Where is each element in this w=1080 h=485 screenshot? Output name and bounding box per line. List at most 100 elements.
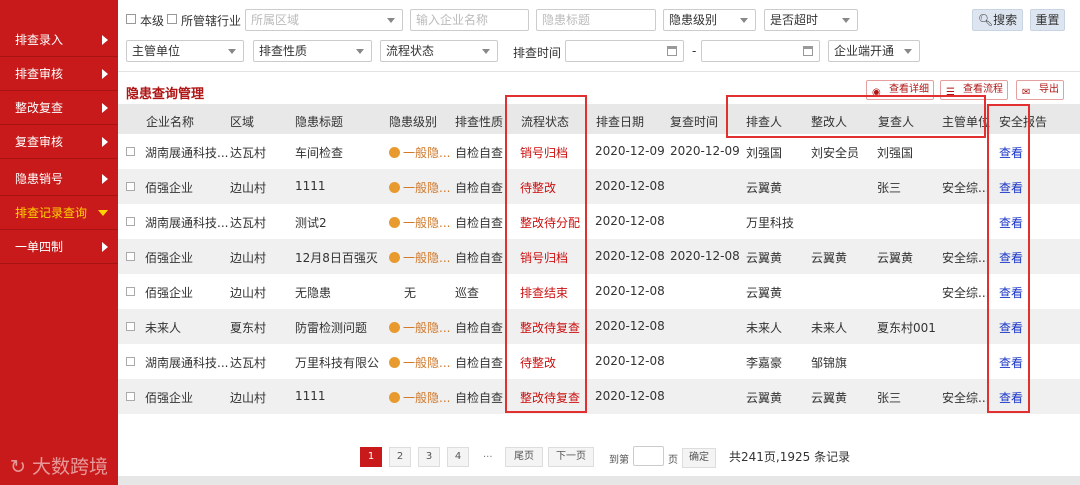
company-cell: 湖南展通科技...	[145, 354, 228, 371]
hazard-level-select[interactable]: 隐患级别	[663, 9, 756, 31]
check-nature-cell-text: 自检自查	[455, 391, 504, 405]
page-button-2[interactable]: 2	[389, 447, 411, 467]
column-header[interactable]: 隐患级别	[389, 113, 437, 130]
region-select[interactable]: 所属区域	[245, 9, 403, 31]
next-page-button[interactable]: 下一页	[548, 447, 594, 467]
row-checkbox[interactable]	[126, 357, 135, 366]
column-header[interactable]: 排查日期	[596, 113, 644, 130]
annotation-box-people	[726, 95, 986, 138]
chevron-down-icon	[740, 18, 748, 23]
company-name-input[interactable]: 输入企业名称	[410, 9, 529, 31]
check-date-cell-text: 2020-12-09	[595, 144, 665, 158]
table-row[interactable]: 湖南展通科技...达瓦村万里科技有限公...一般隐...自检自查待整改2020-…	[118, 344, 1080, 379]
sidebar-item-rectify-recheck[interactable]: 整改复查	[0, 91, 118, 125]
sidebar-item-label: 整改复查	[15, 101, 64, 115]
chevron-down-icon	[482, 49, 490, 54]
sidebar-item-hazard-close[interactable]: 隐患销号	[0, 162, 118, 196]
managed-industry-checkbox[interactable]	[167, 14, 177, 24]
table-row[interactable]: 佰强企业 边山村 1111 一般隐... 自检自查 待整改 2020-12-08 云翼黄 张三安…	[118, 169, 1080, 204]
table-row[interactable]: 未来人 夏东村 防雷检测问题 一般隐... 自检自查 整改待复查 2020-12-08 未来人…	[118, 309, 1080, 344]
sidebar-item-check-review[interactable]: 排查审核	[0, 57, 118, 91]
sidebar-item-recheck-review[interactable]: 复查审核	[0, 125, 118, 159]
row-checkbox[interactable]	[126, 287, 135, 296]
search-button[interactable]: 🔍︎搜索	[972, 9, 1023, 31]
hazard-level-cell-text: 一般隐...	[403, 391, 451, 405]
flow-status-select[interactable]: 流程状态	[380, 40, 498, 62]
column-header[interactable]: 企业名称	[146, 113, 194, 130]
company-cell: 未来人	[145, 319, 181, 336]
row-checkbox[interactable]	[126, 182, 135, 191]
table-row[interactable]: 佰强企业 边山村 无隐患无巡查 排查结束 2020-12-08 云翼黄 安全综... 查看	[118, 274, 1080, 309]
level-dot-icon	[389, 182, 400, 193]
level-dot-icon	[389, 252, 400, 263]
column-header[interactable]: 区域	[230, 113, 254, 130]
check-nature-select[interactable]: 排查性质	[253, 40, 372, 62]
hazard-title-cell: 防雷检测问题	[295, 319, 379, 336]
row-checkbox[interactable]	[126, 322, 135, 331]
table-row[interactable]: 佰强企业 边山村 1111 一般隐... 自检自查 整改待复查 2020-12-08 云翼黄云…	[118, 379, 1080, 414]
region-cell-text: 达瓦村	[230, 216, 267, 230]
reset-button[interactable]: 重置	[1030, 9, 1065, 31]
review-time-cell-text: 2020-12-09	[670, 144, 740, 158]
rectifier-cell: 云翼黄	[811, 249, 847, 266]
page-number: 4	[454, 451, 462, 462]
hazard-level-cell: 一般隐...	[389, 214, 450, 231]
page-button-4[interactable]: 4	[447, 447, 469, 467]
search-button-label: 搜索	[993, 13, 1018, 27]
row-checkbox[interactable]	[126, 392, 135, 401]
company-cell: 佰强企业	[145, 389, 193, 406]
page-button-3[interactable]: 3	[418, 447, 440, 467]
row-checkbox[interactable]	[126, 217, 135, 226]
table-row[interactable]: 佰强企业边山村12月8日百强灭...一般隐...自检自查销号归档2020-12-…	[118, 239, 1080, 274]
column-header[interactable]: 复查时间	[670, 113, 718, 130]
company-cell-text: 佰强企业	[145, 391, 194, 405]
enterprise-app-select[interactable]: 企业端开通	[828, 40, 920, 62]
checker-cell: 云翼黄	[746, 249, 782, 266]
overtime-select[interactable]: 是否超时	[764, 9, 858, 31]
view-detail-label: 查看详细	[889, 84, 929, 95]
annotation-box-report	[987, 104, 1030, 413]
row-checkbox[interactable]	[126, 147, 135, 156]
export-label: 导出	[1039, 84, 1059, 95]
hazard-level-cell-text: 一般隐...	[403, 251, 451, 265]
sidebar-item-check-entry[interactable]: 排查录入	[0, 23, 118, 57]
sidebar-item-check-records[interactable]: 排查记录查询	[0, 196, 118, 230]
horizontal-scrollbar[interactable]	[118, 476, 1080, 485]
last-page-button[interactable]: 尾页	[505, 447, 543, 467]
hazard-level-cell-text: 一般隐...	[403, 216, 451, 230]
hazard-title-cell-text: 1111	[295, 389, 326, 403]
check-date-cell: 2020-12-08	[595, 354, 665, 368]
region-cell-text: 夏东村	[230, 321, 267, 335]
table-row[interactable]: 湖南展通科技... 达瓦村 测试2 一般隐... 自检自查 整改待分配 2020-12-08…	[118, 204, 1080, 239]
this-level-checkbox[interactable]	[126, 14, 136, 24]
region-cell: 达瓦村	[230, 354, 266, 371]
date-separator: -	[692, 44, 697, 58]
supervisor-cell-text: 安全综...	[942, 286, 990, 300]
page-number: 1	[367, 451, 375, 462]
column-header[interactable]: 隐患标题	[295, 113, 343, 130]
end-date-input[interactable]	[701, 40, 820, 62]
table-row[interactable]: 湖南展通科技... 达瓦村 车间检查 一般隐... 自检自查 销号归档 2020-12-09…	[118, 134, 1080, 169]
check-nature-cell-text: 自检自查	[455, 216, 504, 230]
page-button-1[interactable]: 1	[360, 447, 382, 467]
watermark-logo-icon: ↻	[10, 456, 26, 478]
sidebar-item-one-list-four[interactable]: 一单四制	[0, 230, 118, 264]
goto-page-input[interactable]	[633, 446, 664, 466]
supervisor-select[interactable]: 主管单位	[126, 40, 244, 62]
region-cell-text: 边山村	[230, 181, 267, 195]
reviewer-cell-text: 云翼黄	[877, 251, 914, 265]
export-button[interactable]: ✉ 导出	[1016, 80, 1064, 100]
goto-label: 到第	[609, 455, 629, 466]
checker-cell: 云翼黄	[746, 389, 782, 406]
confirm-button[interactable]: 确定	[682, 448, 716, 468]
rectifier-cell-text: 刘安全员	[811, 146, 860, 160]
hazard-title-cell-text: 万里科技有限公...	[295, 356, 379, 370]
checker-cell: 云翼黄	[746, 284, 782, 301]
row-checkbox[interactable]	[126, 252, 135, 261]
region-cell: 夏东村	[230, 319, 266, 336]
start-date-input[interactable]	[565, 40, 684, 62]
hazard-title-input[interactable]: 隐患标题	[536, 9, 656, 31]
column-header[interactable]: 排查性质	[455, 113, 503, 130]
supervisor-cell: 安全综...	[942, 284, 989, 301]
hazard-title-cell: 12月8日百强灭...	[295, 249, 379, 266]
